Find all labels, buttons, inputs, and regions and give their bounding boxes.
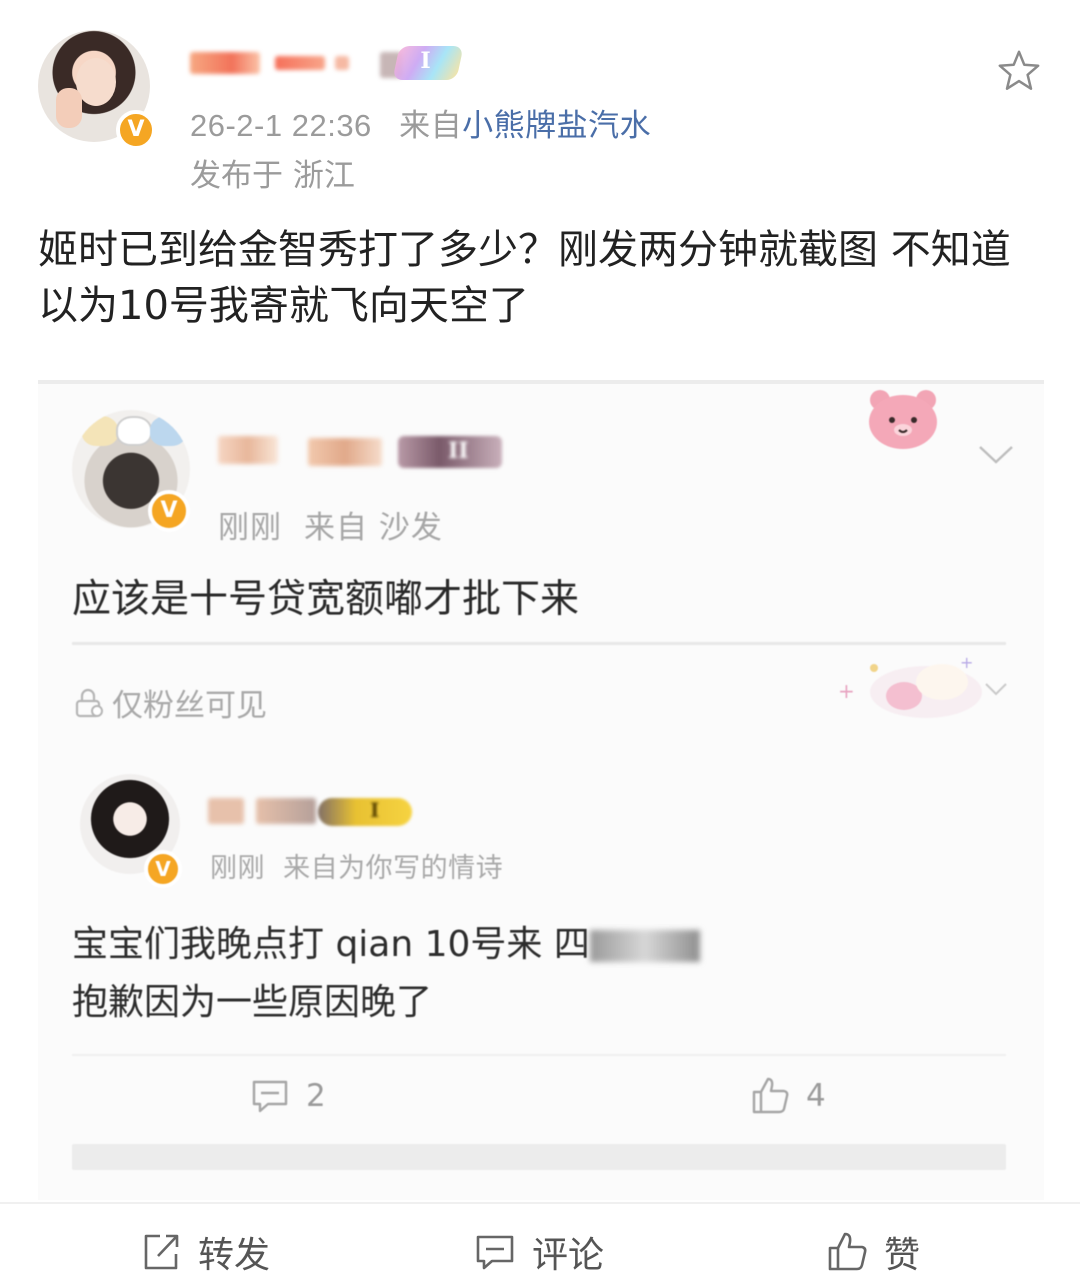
like-icon [828,1232,867,1271]
fan-level-badge: I [318,798,412,826]
cloud-sticker-icon: + + [838,653,1007,718]
comment-label: 评论 [532,1235,605,1275]
verified-icon: V [116,110,156,150]
post-body: 姬时已到给金智秀打了多少？刚发两分钟就截图 不知道以为10号我寄就飞向天空了 [38,227,1011,329]
commenter-name-blurred [218,436,278,464]
comment-button[interactable]: 评论 [472,1226,604,1275]
repost-label: 转发 [198,1235,271,1275]
svg-text:+: + [960,653,973,672]
like-button[interactable]: 赞 [824,1226,920,1275]
lock-icon [75,688,103,717]
author-name-blurred[interactable] [190,52,260,74]
like-icon [752,1077,789,1114]
fan-level-badge[interactable]: I [392,46,464,80]
post-source-link[interactable]: 小熊牌盐汽水 [462,108,651,143]
divider [0,1202,1080,1204]
visibility-note: 仅粉丝可见 [72,680,267,725]
from-label: 来自 [399,108,463,143]
author-name-blurred [335,56,349,70]
commenter-name-blurred [208,798,244,824]
censored-text [589,930,700,962]
like-count-button[interactable]: 4 [748,1074,826,1118]
comment-line-2: 抱歉因为一些原因晚了 [72,982,433,1023]
svg-text:+: + [838,679,855,703]
comment-count-button[interactable]: 2 [248,1074,326,1118]
commenter-name-blurred [308,438,382,466]
avatar-face [76,58,116,106]
fan-level-text: I [420,48,431,74]
scroll-bar [72,1144,1006,1170]
comment-count: 2 [306,1078,326,1114]
fan-level-text: II [448,438,469,464]
repost-button[interactable]: 转发 [138,1226,270,1275]
comment-meta: 刚刚 来自为你写的情诗 [210,846,503,885]
verified-icon: V [148,490,190,532]
visibility-text: 仅粉丝可见 [112,688,267,724]
divider [72,1054,1006,1056]
embedded-screenshot[interactable]: V II 刚刚 来自 沙发 应该是十号贷宽额嘟才批下来 仅粉丝可见 + + V … [38,380,1044,1200]
bear-sticker-icon [869,390,937,449]
verified-icon: V [144,850,182,888]
repost-icon [144,1234,179,1270]
comment-source: 来自 沙发 [304,510,443,546]
comment-source: 来自为你写的情诗 [283,853,504,884]
post-time: 26-2-1 22:36 [190,108,372,143]
comment-text: 宝宝们我晚点打 qian 10号来 四 抱歉因为一些原因晚了 [72,916,700,1032]
chevron-down-icon[interactable] [976,442,1016,466]
comment-icon [476,1235,514,1270]
like-count: 4 [806,1078,826,1114]
post-location: 发布于 浙江 [190,158,355,194]
commenter-name-blurred [256,798,316,824]
fan-level-badge: II [398,436,502,468]
author-name-blurred[interactable] [275,56,325,70]
divider [72,642,1006,645]
comment-time: 刚刚 [218,510,282,546]
comment-meta: 刚刚 来自 沙发 [218,502,443,547]
fan-level-text: I [370,798,380,822]
star-icon[interactable] [996,48,1042,94]
post-meta: 26-2-1 22:36 来自小熊牌盐汽水 [190,100,651,145]
like-label: 赞 [884,1235,921,1275]
avatar-hand [56,88,82,128]
comment-icon [252,1080,288,1113]
comment-actions: 2 4 [38,1074,1044,1134]
comment-line-1: 宝宝们我晚点打 qian 10号来 四 [72,924,590,965]
comment-text: 应该是十号贷宽额嘟才批下来 [72,577,580,622]
comment-time: 刚刚 [210,853,265,884]
